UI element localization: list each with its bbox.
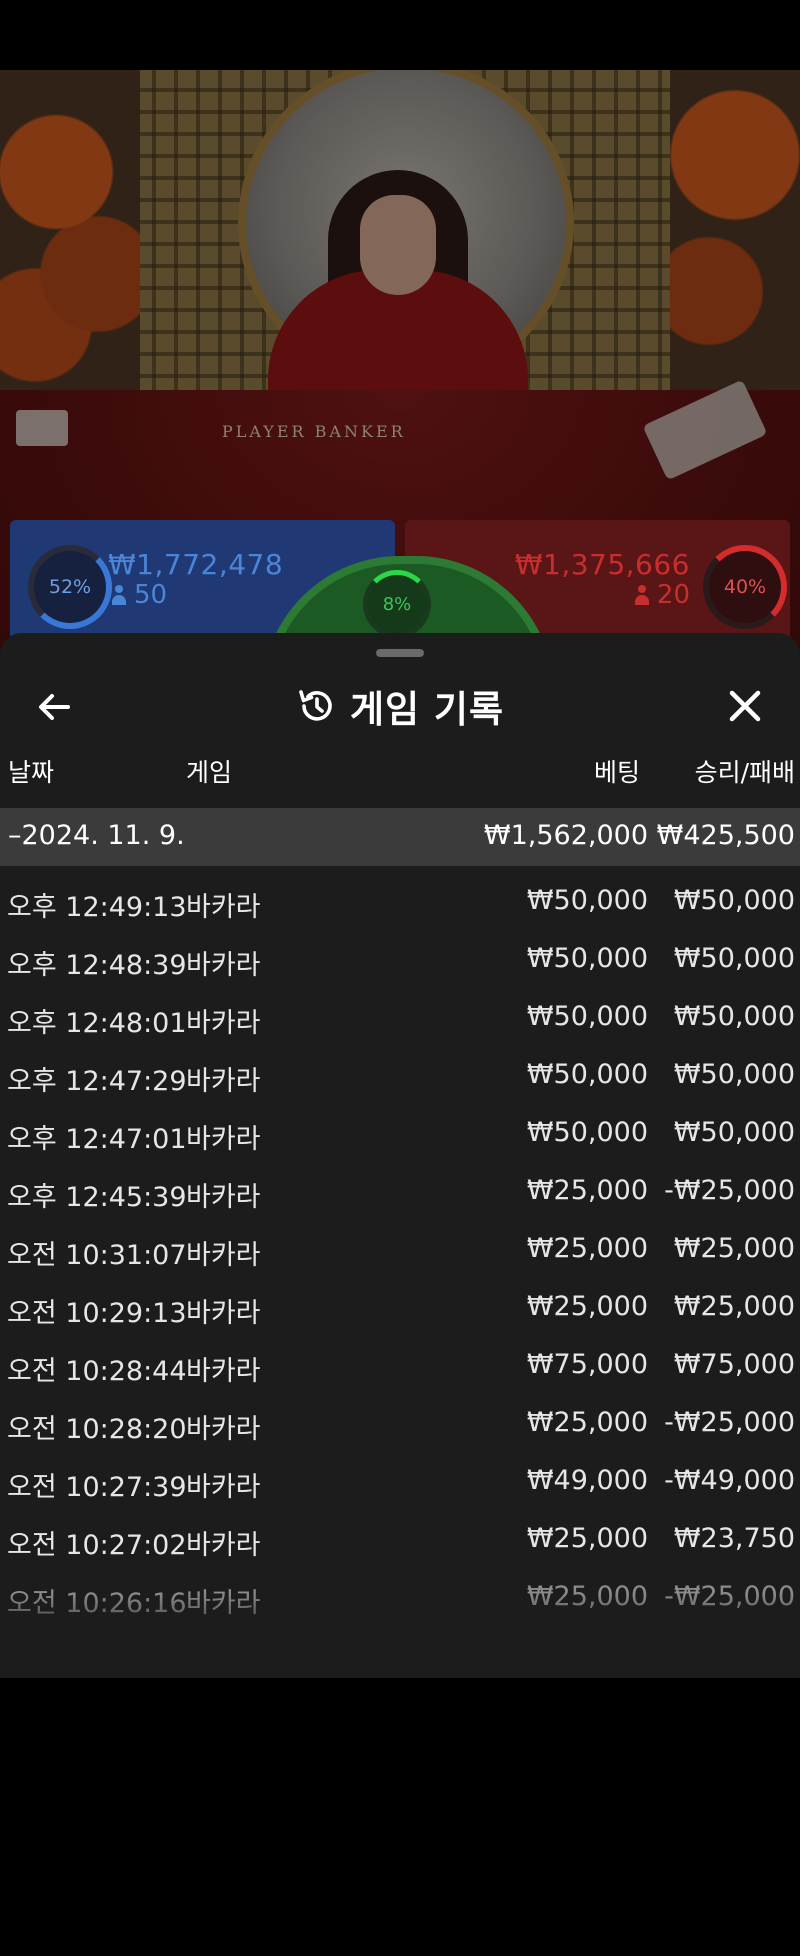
row-game: 바카라 (186, 892, 261, 923)
row-game: 바카라 (186, 1356, 261, 1387)
history-row[interactable]: 오후 12:47:29 바카라 ₩50,000 ₩50,000 (0, 1051, 800, 1109)
row-time: 오후 12:48:39 (7, 950, 187, 981)
player-percent-ring: 52% (28, 545, 112, 629)
tie-percent-ring: 8% (363, 570, 431, 638)
row-game: 바카라 (186, 1530, 261, 1561)
history-row[interactable]: 오후 12:49:13 바카라 ₩50,000 ₩50,000 (0, 877, 800, 935)
player-bet-amount: ₩1,772,478 (108, 548, 284, 581)
row-time: 오후 12:48:01 (7, 1008, 187, 1039)
row-win-loss: ₩50,000 (673, 885, 795, 916)
row-game: 바카라 (186, 1066, 261, 1097)
row-bet: ₩25,000 (526, 1523, 648, 1554)
back-button[interactable] (34, 687, 74, 727)
history-row[interactable]: 오전 10:29:13 바카라 ₩25,000 ₩25,000 (0, 1283, 800, 1341)
player-bettor-count: 50 (112, 580, 167, 610)
person-icon (112, 585, 126, 605)
row-bet: ₩50,000 (526, 943, 648, 974)
row-time: 오후 12:47:01 (7, 1124, 187, 1155)
row-bet: ₩25,000 (526, 1291, 648, 1322)
banker-percent-ring: 40% (703, 545, 787, 629)
row-win-loss: -₩25,000 (664, 1175, 795, 1206)
history-row[interactable]: 오전 10:27:39 바카라 ₩49,000 -₩49,000 (0, 1457, 800, 1515)
player-percent: 52% (48, 576, 92, 598)
row-time: 오전 10:29:13 (7, 1298, 187, 1329)
row-win-loss: ₩50,000 (673, 943, 795, 974)
row-game: 바카라 (186, 1472, 261, 1503)
row-bet: ₩25,000 (526, 1233, 648, 1264)
row-win-loss: ₩75,000 (673, 1349, 795, 1380)
game-history-sheet: 게임 기록 날짜 게임 베팅 승리/패배 –2024. 11. 9. ₩1,56… (0, 633, 800, 1678)
tie-percent: 8% (382, 593, 412, 615)
row-win-loss: ₩25,000 (673, 1233, 795, 1264)
row-win-loss: -₩25,000 (664, 1407, 795, 1438)
row-bet: ₩25,000 (526, 1175, 648, 1206)
history-icon (299, 690, 332, 721)
row-game: 바카라 (186, 1298, 261, 1329)
summary-date: –2024. 11. 9. (8, 820, 185, 851)
row-win-loss: ₩23,750 (673, 1523, 795, 1554)
row-time: 오후 12:47:29 (7, 1066, 187, 1097)
row-time: 오전 10:28:20 (7, 1414, 187, 1445)
row-bet: ₩25,000 (526, 1407, 648, 1438)
history-row[interactable]: 오전 10:28:20 바카라 ₩25,000 -₩25,000 (0, 1399, 800, 1457)
sheet-title: 게임 기록 (349, 688, 505, 731)
close-button[interactable] (724, 685, 766, 727)
banker-percent: 40% (723, 576, 767, 598)
row-game: 바카라 (186, 1414, 261, 1445)
row-game: 바카라 (186, 1240, 261, 1271)
row-win-loss: ₩50,000 (673, 1001, 795, 1032)
row-time: 오후 12:49:13 (7, 892, 187, 923)
history-row[interactable]: 오후 12:45:39 바카라 ₩25,000 -₩25,000 (0, 1167, 800, 1225)
row-game: 바카라 (186, 1008, 261, 1039)
banker-count-value: 20 (656, 580, 690, 610)
row-win-loss: ₩25,000 (673, 1291, 795, 1322)
row-time: 오전 10:31:07 (7, 1240, 187, 1271)
history-list: 오후 12:49:13 바카라 ₩50,000 ₩50,000 오후 12:48:39… (0, 877, 800, 1631)
history-row[interactable]: 오전 10:31:07 바카라 ₩25,000 ₩25,000 (0, 1225, 800, 1283)
history-row[interactable]: 오후 12:47:01 바카라 ₩50,000 ₩50,000 (0, 1109, 800, 1167)
row-bet: ₩50,000 (526, 885, 648, 916)
row-bet: ₩50,000 (526, 1059, 648, 1090)
history-row[interactable]: 오전 10:27:02 바카라 ₩25,000 ₩23,750 (0, 1515, 800, 1573)
row-win-loss: ₩50,000 (673, 1059, 795, 1090)
person-icon (634, 585, 649, 605)
column-date: 날짜 (8, 758, 55, 787)
history-row[interactable]: 오후 12:48:01 바카라 ₩50,000 ₩50,000 (0, 993, 800, 1051)
banker-bet-amount: ₩1,375,666 (514, 548, 690, 581)
row-win-loss: ₩50,000 (673, 1117, 795, 1148)
row-game: 바카라 (186, 1182, 261, 1213)
row-bet: ₩50,000 (526, 1001, 648, 1032)
player-count-value: 50 (134, 580, 168, 610)
column-bet: 베팅 (593, 758, 640, 787)
row-time: 오전 10:27:39 (7, 1472, 187, 1503)
row-time: 오후 12:45:39 (7, 1182, 187, 1213)
banker-bettor-count: 20 (634, 580, 690, 610)
summary-bet: ₩1,562,000 (483, 820, 648, 851)
row-time: 오전 10:28:44 (7, 1356, 187, 1387)
sheet-drag-handle[interactable] (376, 649, 424, 657)
row-bet: ₩50,000 (526, 1117, 648, 1148)
list-fade (0, 1593, 800, 1678)
row-bet: ₩75,000 (526, 1349, 648, 1380)
column-headers: 날짜 게임 베팅 승리/패배 (0, 753, 800, 793)
row-bet: ₩49,000 (526, 1465, 648, 1496)
column-win-loss: 승리/패배 (694, 758, 795, 787)
column-game: 게임 (186, 758, 233, 787)
sheet-header: 게임 기록 (0, 671, 800, 741)
row-win-loss: -₩49,000 (664, 1465, 795, 1496)
history-row[interactable]: 오전 10:28:44 바카라 ₩75,000 ₩75,000 (0, 1341, 800, 1399)
row-time: 오전 10:27:02 (7, 1530, 187, 1561)
row-game: 바카라 (186, 1124, 261, 1155)
date-group-summary[interactable]: –2024. 11. 9. ₩1,562,000 ₩425,500 (0, 808, 800, 866)
summary-win-loss: ₩425,500 (656, 820, 795, 851)
row-game: 바카라 (186, 950, 261, 981)
history-row[interactable]: 오후 12:48:39 바카라 ₩50,000 ₩50,000 (0, 935, 800, 993)
